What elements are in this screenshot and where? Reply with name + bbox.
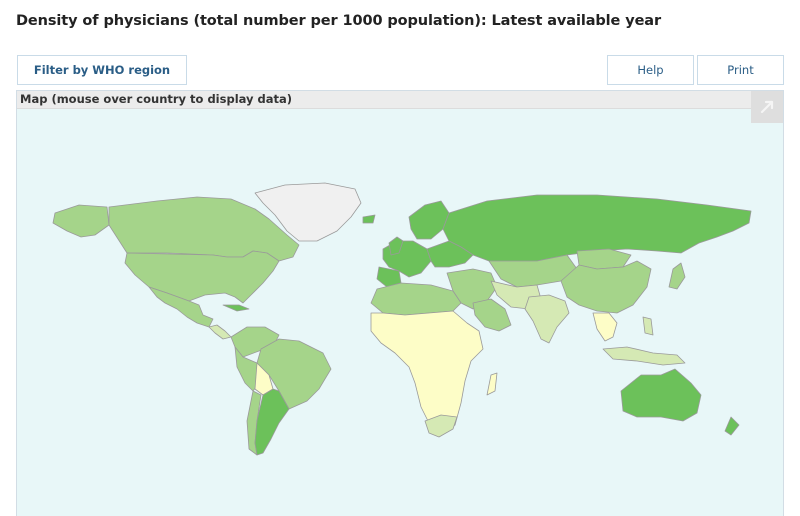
region-southeast-asia[interactable]	[592, 312, 618, 342]
region-scandinavia[interactable]	[408, 200, 450, 240]
country-iceland[interactable]	[362, 214, 376, 224]
expand-map-button[interactable]	[751, 91, 783, 123]
country-madagascar[interactable]	[486, 372, 498, 396]
country-usa[interactable]	[124, 250, 280, 304]
country-cuba[interactable]	[222, 304, 250, 312]
filter-by-who-region-button[interactable]: Filter by WHO region	[17, 55, 187, 85]
country-australia[interactable]	[620, 368, 702, 422]
country-japan[interactable]	[668, 262, 686, 290]
print-button[interactable]: Print	[697, 55, 784, 85]
country-usa-alaska[interactable]	[52, 204, 110, 238]
region-arabian-peninsula[interactable]	[472, 298, 512, 332]
country-new-zealand[interactable]	[724, 416, 740, 436]
help-button[interactable]: Help	[607, 55, 694, 85]
country-india[interactable]	[524, 294, 570, 344]
map-header-text: Map (mouse over country to display data)	[20, 92, 293, 106]
region-central-america[interactable]	[208, 324, 232, 340]
world-map[interactable]	[17, 91, 784, 516]
country-philippines[interactable]	[642, 316, 654, 336]
country-indonesia[interactable]	[602, 346, 686, 366]
map-header: Map (mouse over country to display data)	[17, 91, 783, 109]
page-title: Density of physicians (total number per …	[16, 13, 662, 29]
region-sub-saharan-africa[interactable]	[370, 310, 484, 436]
country-china[interactable]	[560, 260, 652, 314]
expand-arrow-icon	[760, 100, 774, 114]
region-north-africa[interactable]	[370, 282, 462, 316]
map-panel: Map (mouse over country to display data)	[16, 90, 784, 516]
